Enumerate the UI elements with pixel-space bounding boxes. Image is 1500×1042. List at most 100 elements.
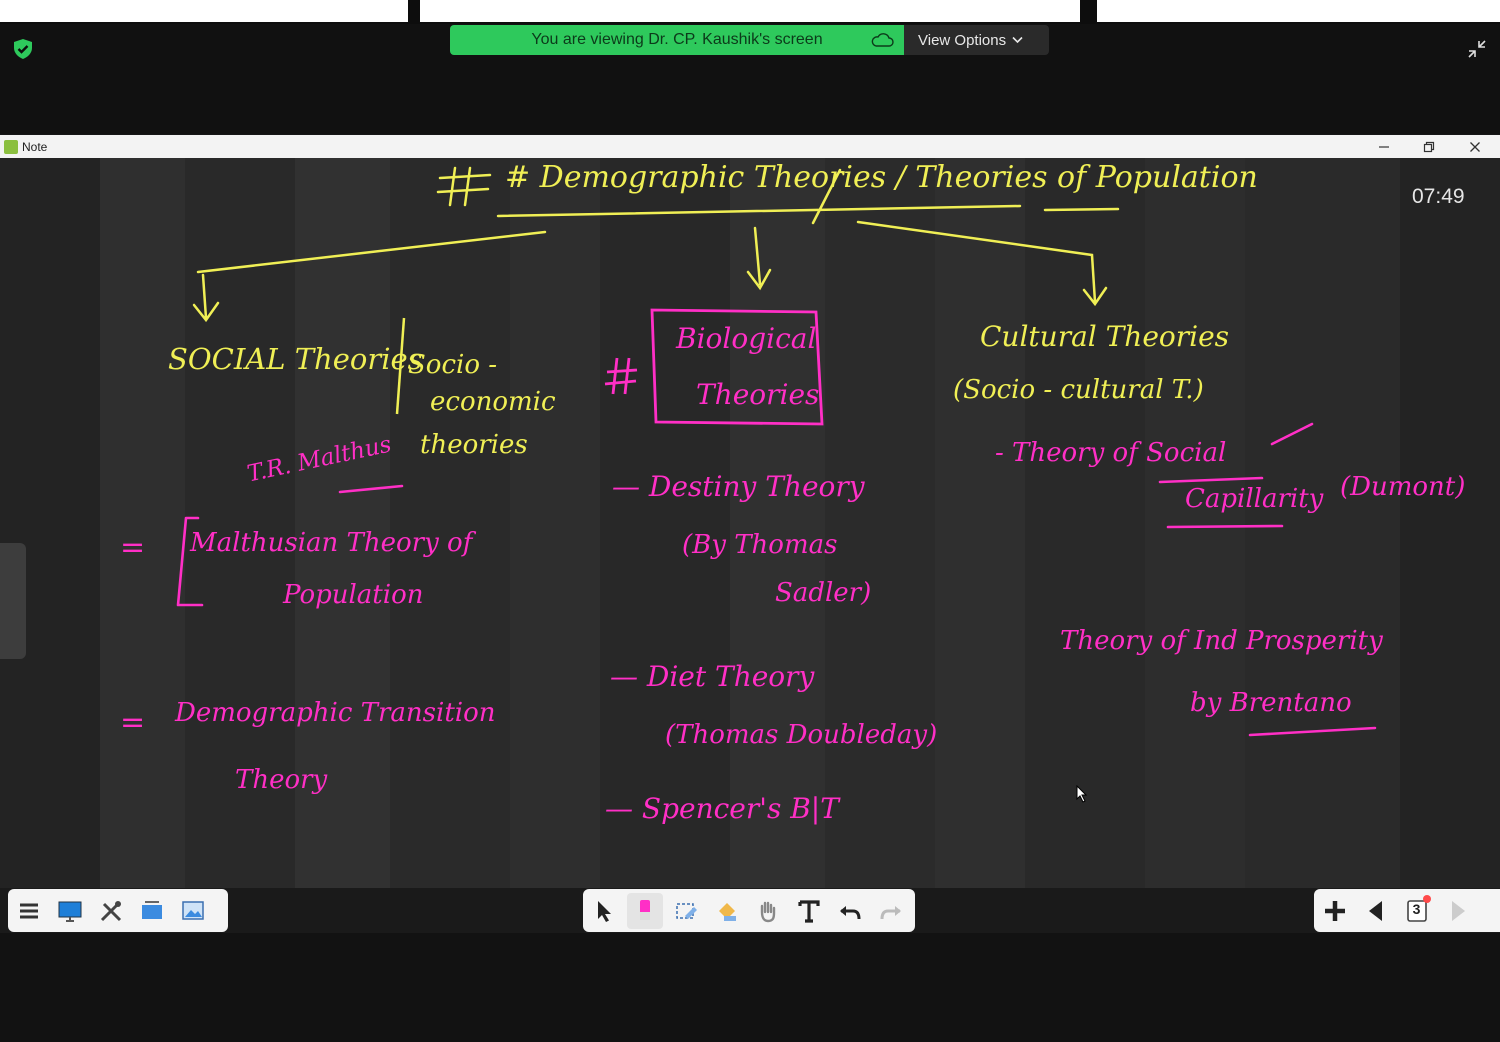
board-left-margin bbox=[0, 158, 100, 888]
text-tool-icon bbox=[797, 899, 820, 923]
text-tool-button[interactable] bbox=[791, 893, 827, 929]
hand-tool-button[interactable] bbox=[750, 893, 786, 929]
desktop-icon bbox=[58, 901, 81, 922]
restore-icon bbox=[1423, 141, 1435, 152]
eraser-tool-button[interactable] bbox=[668, 893, 704, 929]
tools-button[interactable] bbox=[93, 893, 129, 929]
demographic-transition-theory: Demographic Transition bbox=[175, 698, 496, 728]
side-panel-handle[interactable] bbox=[0, 543, 26, 659]
restore-button[interactable] bbox=[1409, 135, 1449, 158]
toolbar-left-group bbox=[8, 889, 228, 932]
menu-button[interactable] bbox=[11, 893, 47, 929]
note-window-title: Note bbox=[22, 139, 48, 154]
exit-fullscreen-icon[interactable] bbox=[1466, 38, 1488, 60]
view-options-label: View Options bbox=[918, 31, 1007, 49]
view-options-button[interactable]: View Options bbox=[904, 25, 1049, 55]
brentano-author: by Brentano bbox=[1190, 688, 1352, 718]
top-strip bbox=[0, 0, 1500, 24]
economic-label: economic bbox=[430, 387, 556, 417]
minimize-button[interactable] bbox=[1364, 135, 1404, 158]
destiny-theory: — Destiny Theory bbox=[612, 470, 865, 503]
undo-icon bbox=[839, 905, 860, 919]
demographic-transition-theory-cont: Theory bbox=[235, 765, 328, 795]
page-number: 3 bbox=[1412, 900, 1421, 917]
tools-icon bbox=[100, 900, 121, 921]
wood-plank bbox=[1245, 158, 1400, 888]
destiny-theory-author-cont: Sadler) bbox=[775, 578, 872, 608]
screen-share-banner: You are viewing Dr. CP. Kaushik's screen bbox=[450, 25, 904, 55]
social-capillarity-theory-cont: Capillarity bbox=[1185, 484, 1324, 514]
page-badge bbox=[1422, 894, 1431, 903]
redo-button[interactable] bbox=[873, 893, 909, 929]
close-button[interactable] bbox=[1455, 135, 1495, 158]
board-right-margin bbox=[1400, 158, 1500, 888]
malthusian-theory: Malthusian Theory of bbox=[190, 528, 473, 558]
wood-plank bbox=[825, 158, 935, 888]
diet-theory: — Diet Theory bbox=[610, 660, 815, 693]
desktop-button[interactable] bbox=[52, 893, 88, 929]
chevron-down-icon bbox=[1012, 36, 1023, 44]
note-app-icon bbox=[4, 139, 18, 154]
lesson-timer: 07:49 bbox=[1412, 185, 1465, 208]
menu-icon bbox=[19, 903, 38, 918]
pen-tool-button[interactable] bbox=[626, 892, 663, 929]
board-heading: # Demographic Theories / Theories of Pop… bbox=[505, 160, 1258, 195]
hand-icon bbox=[760, 901, 775, 922]
select-tool-button[interactable] bbox=[586, 893, 622, 929]
bottom-area bbox=[0, 933, 1500, 1042]
social-capillarity-theory: - Theory of Social bbox=[995, 438, 1227, 468]
diet-theory-author: (Thomas Doubleday) bbox=[665, 720, 938, 750]
add-page-button[interactable] bbox=[1317, 893, 1353, 929]
socio-label: Socio - bbox=[408, 350, 498, 380]
next-page-icon bbox=[1451, 900, 1465, 921]
prev-page-button[interactable] bbox=[1358, 893, 1394, 929]
cultural-theories-title: Cultural Theories bbox=[980, 320, 1230, 353]
fill-tool-button[interactable] bbox=[709, 893, 745, 929]
mouse-cursor-icon bbox=[1076, 785, 1088, 803]
whiteboard-canvas[interactable] bbox=[0, 158, 1500, 888]
add-page-icon bbox=[1324, 900, 1345, 921]
prev-page-icon bbox=[1368, 900, 1382, 921]
eraser-icon bbox=[675, 902, 697, 919]
cloud-icon bbox=[871, 33, 894, 47]
top-thumbnail-2 bbox=[420, 0, 1080, 22]
insert-image-button[interactable] bbox=[175, 893, 211, 929]
dumont-author: (Dumont) bbox=[1340, 472, 1466, 502]
wood-plank bbox=[390, 158, 510, 888]
next-page-button[interactable] bbox=[1440, 893, 1476, 929]
select-arrow-icon bbox=[597, 900, 611, 922]
wood-plank bbox=[935, 158, 1025, 888]
note-window-titlebar: Note bbox=[0, 135, 1500, 158]
biological-title-cont: Theories bbox=[696, 378, 820, 411]
top-thumbnail-3 bbox=[1097, 0, 1500, 22]
social-item2-prefix: = bbox=[120, 705, 146, 740]
page-counter-button[interactable]: 3 bbox=[1399, 893, 1435, 929]
biological-title: Biological bbox=[676, 322, 817, 355]
screen-capture-icon bbox=[141, 900, 162, 919]
social-theories-title: SOCIAL Theories bbox=[168, 342, 423, 376]
security-shield-icon[interactable] bbox=[12, 38, 34, 60]
wood-plank bbox=[100, 158, 185, 888]
redo-icon bbox=[880, 905, 901, 919]
fill-icon bbox=[718, 902, 736, 921]
minimize-icon bbox=[1379, 145, 1389, 148]
destiny-theory-author: (By Thomas bbox=[682, 530, 838, 560]
social-item1-prefix: = bbox=[120, 530, 146, 565]
image-icon bbox=[181, 900, 204, 920]
malthusian-theory-cont: Population bbox=[283, 580, 424, 610]
wood-plank bbox=[510, 158, 600, 888]
wood-plank bbox=[600, 158, 730, 888]
toolbar-right-group: 3 bbox=[1314, 889, 1500, 932]
wood-plank bbox=[730, 158, 825, 888]
top-thumbnail-1 bbox=[0, 0, 408, 22]
toolbar-center-group bbox=[583, 889, 915, 932]
wood-plank bbox=[1145, 158, 1245, 888]
cultural-theories-subtitle: (Socio - cultural T.) bbox=[953, 375, 1204, 405]
wood-plank bbox=[1025, 158, 1145, 888]
undo-button[interactable] bbox=[832, 893, 868, 929]
screen-capture-button[interactable] bbox=[134, 893, 170, 929]
close-icon bbox=[1470, 141, 1480, 152]
ind-prosperity-theory: Theory of Ind Prosperity bbox=[1060, 626, 1383, 656]
spencers-theory: — Spencer's B|T bbox=[605, 792, 839, 825]
share-banner-text: You are viewing Dr. CP. Kaushik's screen bbox=[531, 31, 823, 48]
